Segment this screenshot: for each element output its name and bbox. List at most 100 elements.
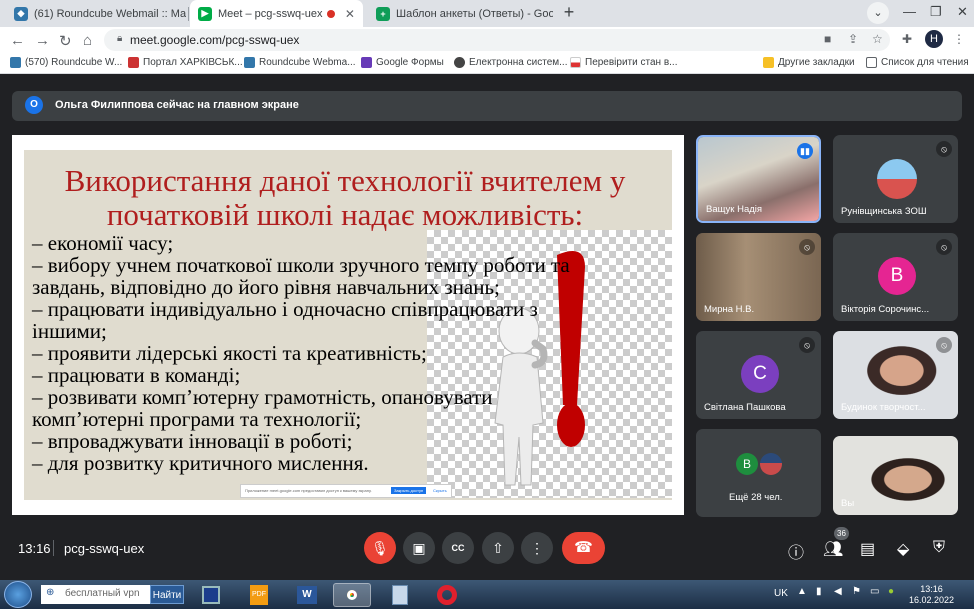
participant-name: Рунівщинська ЗОШ bbox=[841, 206, 927, 217]
app-tray-icon[interactable]: ● bbox=[888, 586, 894, 597]
participant-tile[interactable]: ⦸ В Вікторія Сорочинс... bbox=[833, 233, 958, 321]
participant-name: Мирна Н.В. bbox=[704, 304, 755, 315]
slide-line: – для розвитку критичного мислення. bbox=[32, 451, 369, 475]
opera-app-icon[interactable] bbox=[428, 583, 466, 607]
search-icon: ⊕ bbox=[46, 587, 55, 598]
school-avatar bbox=[877, 159, 917, 199]
back-arrow-icon[interactable]: ← bbox=[10, 32, 25, 49]
slide-line: – працювати в команді; bbox=[32, 363, 241, 387]
participant-tile[interactable]: ⦸ Будинок творчост... bbox=[833, 331, 958, 419]
mic-off-icon: ⦸ bbox=[799, 337, 815, 353]
network-icon[interactable]: ▮ bbox=[816, 586, 822, 597]
reading-list[interactable]: Список для чтения bbox=[866, 57, 969, 68]
bookmark-item[interactable]: (570) Roundcube W... bbox=[10, 57, 122, 68]
participant-tile[interactable]: ▮▮ Ващук Надія bbox=[696, 135, 821, 223]
participant-avatar-photo bbox=[760, 453, 782, 475]
recording-dot-icon bbox=[326, 9, 335, 18]
browser-menu-icon[interactable]: ⋮ bbox=[953, 32, 965, 46]
slide-line: іншими; bbox=[32, 319, 107, 343]
mic-off-icon: ⦸ bbox=[936, 239, 952, 255]
present-screen-button[interactable]: ⇧ bbox=[482, 532, 514, 564]
slide-title-line: початковій школі надає можливість: bbox=[106, 197, 584, 232]
roundcube-favicon-icon: ◆ bbox=[14, 6, 28, 21]
leave-call-button[interactable]: ☎ bbox=[562, 532, 605, 564]
slide-bullet-list: – економії часу; – вибору учнем початков… bbox=[32, 232, 662, 474]
slide-line: завдань, відповідно до його рівня навчал… bbox=[32, 275, 500, 299]
start-button[interactable] bbox=[4, 581, 32, 608]
taskbar-search-button[interactable]: Найти bbox=[150, 585, 184, 604]
more-participants-tile[interactable]: В Ещё 28 чел. bbox=[696, 429, 821, 517]
sheets-favicon-icon: + bbox=[376, 6, 390, 21]
close-tab-icon[interactable]: ✕ bbox=[339, 7, 355, 21]
url-text[interactable]: meet.google.com/pcg-sswq-uex bbox=[130, 33, 299, 47]
extensions-puzzle-icon[interactable]: ✚ bbox=[902, 32, 912, 46]
forward-arrow-icon[interactable]: → bbox=[35, 32, 50, 49]
tab-search-chevron-icon[interactable]: ⌄ bbox=[867, 2, 889, 24]
bookmark-star-icon[interactable]: ☆ bbox=[872, 32, 883, 46]
participant-avatar: С bbox=[741, 355, 779, 393]
share-notice-text: Приложение meet.google.com предоставил д… bbox=[245, 488, 372, 493]
meeting-time: 13:16 bbox=[18, 541, 51, 556]
bookmark-folder[interactable]: Другие закладки bbox=[763, 57, 855, 68]
new-tab-button[interactable]: + bbox=[558, 2, 580, 24]
tab-meet[interactable]: ▶ Meet – pcg-sswq-uex ✕ bbox=[190, 0, 363, 27]
presenter-avatar: О bbox=[25, 96, 43, 114]
hide-notice-button[interactable]: Скрыть bbox=[433, 488, 447, 493]
speaking-indicator-icon: ▮▮ bbox=[797, 143, 813, 159]
participant-avatar: В bbox=[878, 257, 916, 295]
activities-icon[interactable]: ⬙ bbox=[897, 539, 909, 559]
captions-button[interactable]: CC bbox=[442, 532, 474, 564]
participant-count-badge: 36 bbox=[834, 527, 849, 540]
camera-button[interactable]: ▣ bbox=[403, 532, 435, 564]
tab-title: (61) Roundcube Webmail :: Майс bbox=[34, 7, 186, 20]
calculator-app-icon[interactable] bbox=[381, 583, 419, 607]
mic-off-button[interactable]: 🎙︎ bbox=[364, 532, 396, 564]
slide-title-line: Використання даної технології вчителем у bbox=[64, 163, 626, 198]
meeting-info-icon[interactable]: ⓘ bbox=[788, 539, 804, 563]
tab-forms[interactable]: + Шаблон анкеты (Ответы) - Goo ✕ bbox=[368, 0, 553, 27]
home-icon[interactable]: ⌂ bbox=[83, 32, 92, 49]
pdf-app-icon[interactable]: PDF bbox=[240, 583, 278, 607]
stop-sharing-button[interactable]: Закрыть доступ bbox=[391, 487, 427, 494]
bookmark-item[interactable]: Електронна систем... bbox=[454, 57, 567, 68]
participant-name: Світлана Пашкова bbox=[704, 402, 786, 413]
participant-name: Ващук Надія bbox=[706, 204, 763, 215]
self-tile[interactable]: Вы bbox=[833, 436, 958, 515]
close-window-icon[interactable]: ✕ bbox=[957, 4, 968, 20]
slide-line: – впроваджувати інновації в роботі; bbox=[32, 429, 353, 453]
flag-icon[interactable]: ⚑ bbox=[852, 586, 861, 597]
lock-icon[interactable]: 🔒︎ bbox=[117, 33, 122, 44]
bookmark-item[interactable]: Roundcube Webma... bbox=[244, 57, 356, 68]
participant-avatar: В bbox=[736, 453, 758, 475]
minimize-icon[interactable]: — bbox=[903, 4, 916, 19]
taskbar-search-input[interactable]: ⊕ бесплатный vpn bbox=[41, 585, 150, 604]
system-clock[interactable]: 13:16 16.02.2022 bbox=[909, 584, 954, 606]
reload-icon[interactable]: ↻ bbox=[59, 32, 72, 50]
maximize-icon[interactable]: ❐ bbox=[930, 4, 942, 20]
bookmark-item[interactable]: Портал ХАРКІВСЬК... bbox=[128, 57, 243, 68]
word-app-icon[interactable]: W bbox=[288, 583, 326, 607]
camera-icon[interactable]: ■ bbox=[824, 32, 831, 46]
bookmark-item[interactable]: Перевірити стан в... bbox=[570, 57, 677, 68]
bookmark-item[interactable]: Google Формы bbox=[361, 57, 444, 68]
chrome-app-icon[interactable] bbox=[333, 583, 371, 607]
share-icon[interactable]: ⇪ bbox=[848, 32, 858, 46]
clock-time: 13:16 bbox=[920, 584, 943, 594]
language-indicator[interactable]: UK bbox=[774, 588, 788, 599]
participant-tile[interactable]: ⦸ С Світлана Пашкова bbox=[696, 331, 821, 419]
save-app-icon[interactable] bbox=[192, 583, 230, 607]
battery-icon[interactable]: ▭ bbox=[870, 586, 879, 597]
participant-tile[interactable]: ⦸ Мирна Н.В. bbox=[696, 233, 821, 321]
profile-avatar[interactable]: H bbox=[925, 30, 943, 48]
more-options-button[interactable]: ⋮ bbox=[521, 532, 553, 564]
tray-arrow-icon[interactable]: ▲ bbox=[797, 586, 807, 597]
participant-tile[interactable]: ⦸ Рунівщинська ЗОШ bbox=[833, 135, 958, 223]
host-controls-icon[interactable]: ⛨ bbox=[933, 539, 945, 557]
tab-roundcube[interactable]: ◆ (61) Roundcube Webmail :: Майс ✕ bbox=[6, 0, 186, 27]
slide-line: – економії часу; bbox=[32, 231, 174, 255]
participant-name: Вікторія Сорочинс... bbox=[841, 304, 930, 315]
people-icon[interactable]: 👥︎ bbox=[823, 539, 843, 559]
chat-icon[interactable]: ▤ bbox=[860, 539, 875, 559]
volume-icon[interactable]: ◀ bbox=[834, 586, 842, 597]
tab-title: Meet – pcg-sswq-uex bbox=[218, 7, 323, 20]
